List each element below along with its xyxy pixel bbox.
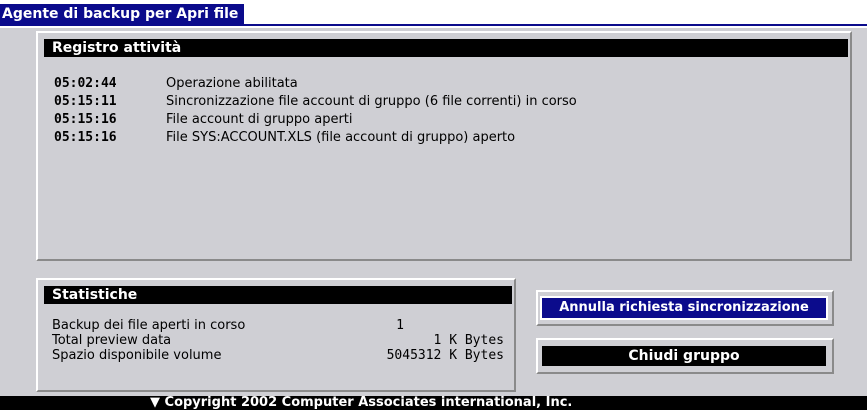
- cancel-sync-frame: Annulla richiesta sincronizzazione: [536, 290, 834, 326]
- stat-label: Total preview data: [52, 333, 172, 348]
- main-area: Registro attività 05:02:44 Operazione abi…: [0, 28, 867, 396]
- statistics-header: Statistiche: [44, 286, 512, 304]
- stat-label: Spazio disponibile volume: [52, 348, 222, 363]
- stat-row: Backup dei file aperti in corso 1: [52, 318, 508, 334]
- log-entry-time: 05:02:44: [54, 76, 117, 91]
- statistics-panel: Statistiche Backup dei file aperti in co…: [36, 278, 516, 392]
- activity-log-header: Registro attività: [44, 39, 848, 57]
- stat-value: 1: [396, 318, 404, 333]
- log-entry: 05:15:11 Sincronizzazione file account di…: [54, 93, 577, 111]
- log-entry-message: File account di gruppo aperti: [166, 112, 353, 127]
- stat-value: 1 K Bytes: [433, 333, 504, 348]
- stat-row: Total preview data 1 K Bytes: [52, 333, 508, 349]
- close-group-frame: Chiudi gruppo: [536, 338, 834, 374]
- stat-row: Spazio disponibile volume 5045312 K Byte…: [52, 348, 508, 364]
- log-entry-message: File SYS:ACCOUNT.XLS (file account di gr…: [166, 130, 516, 145]
- copyright-text: ▼ Copyright 2002 Computer Associates int…: [150, 395, 573, 410]
- window-title: Agente di backup per Apri file: [0, 4, 245, 24]
- title-underline: [0, 24, 867, 26]
- log-entry-message: Sincronizzazione file account di gruppo …: [166, 94, 577, 109]
- stat-value: 5045312 K Bytes: [386, 348, 504, 363]
- log-entry: 05:02:44 Operazione abilitata: [54, 75, 298, 93]
- cancel-sync-button[interactable]: Annulla richiesta sincronizzazione: [540, 296, 828, 320]
- title-bar: Agente di backup per Apri file: [0, 0, 867, 28]
- stat-label: Backup dei file aperti in corso: [52, 318, 246, 333]
- log-entry-time: 05:15:11: [54, 94, 117, 109]
- log-entry: 05:15:16 File SYS:ACCOUNT.XLS (file accou…: [54, 129, 515, 147]
- close-group-button[interactable]: Chiudi gruppo: [542, 346, 826, 366]
- log-entry: 05:15:16 File account di gruppo aperti: [54, 111, 353, 129]
- status-bar: ▼ Copyright 2002 Computer Associates int…: [0, 396, 867, 410]
- activity-log-panel: Registro attività 05:02:44 Operazione abi…: [36, 31, 852, 261]
- log-entry-time: 05:15:16: [54, 112, 117, 127]
- log-entry-time: 05:15:16: [54, 130, 117, 145]
- log-entry-message: Operazione abilitata: [166, 76, 298, 91]
